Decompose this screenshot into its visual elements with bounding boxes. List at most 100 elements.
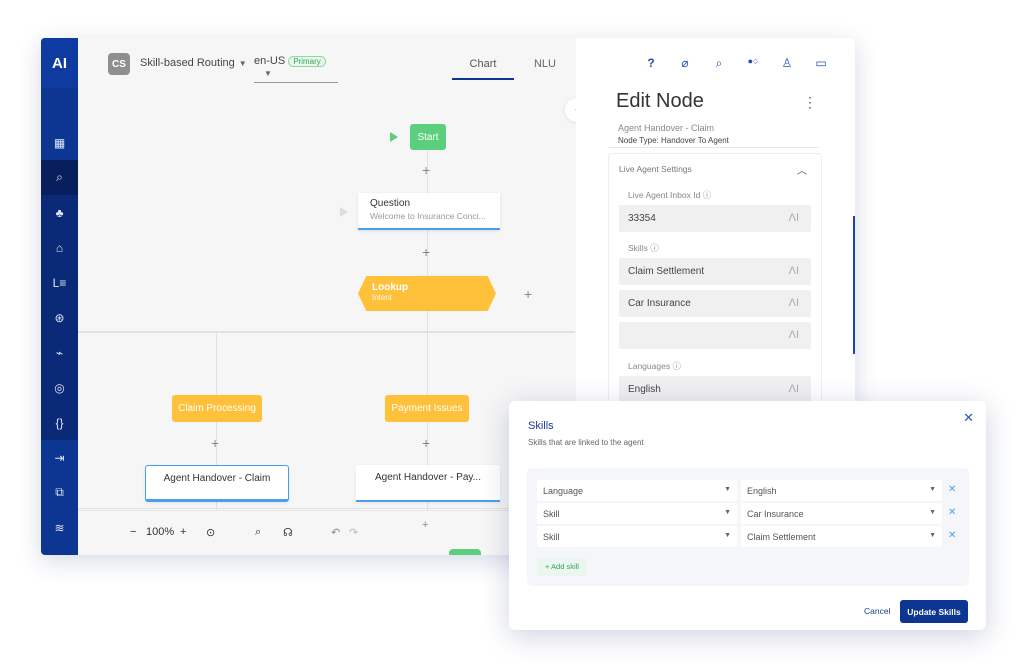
skills-label: Skills ⓘ: [628, 243, 659, 253]
primary-badge: Primary: [288, 56, 326, 67]
skill-type-select[interactable]: Skill ▼: [537, 503, 737, 524]
chevron-up-icon[interactable]: ︿: [797, 162, 807, 177]
plug-icon[interactable]: ⌁: [41, 335, 78, 370]
skill-type-select[interactable]: Language ▼: [537, 480, 737, 501]
info-icon: ⓘ: [650, 243, 659, 253]
add-node-icon[interactable]: +: [524, 287, 532, 301]
end-node[interactable]: [449, 549, 481, 555]
close-icon[interactable]: ✕: [963, 410, 974, 426]
scrollbar[interactable]: [853, 216, 855, 354]
undo-icon[interactable]: ↶: [331, 526, 340, 539]
globe-icon[interactable]: ⊛: [41, 300, 78, 335]
language-value: en-US: [254, 55, 286, 67]
graduation-cap-icon[interactable]: ⌂: [41, 230, 78, 265]
lightbulb-icon[interactable]: ◎: [41, 370, 78, 405]
lookup-node[interactable]: Lookup Intent: [358, 276, 496, 311]
ai-icon[interactable]: ΛI: [789, 329, 799, 341]
more-options-icon[interactable]: ⋮: [803, 94, 817, 111]
divider: [609, 147, 819, 148]
node-type: Node Type: Handover To Agent: [618, 136, 729, 145]
node-name: Agent Handover - Claim: [618, 123, 715, 133]
help-icon[interactable]: ?: [634, 56, 668, 71]
skill-value-select[interactable]: Claim Settlement ▼: [741, 526, 942, 547]
select-value: Skill: [543, 532, 560, 542]
braces-icon[interactable]: {}: [41, 405, 78, 440]
caret-down-icon: ▼: [238, 59, 247, 68]
brush-icon[interactable]: ⌕: [41, 160, 78, 195]
modal-subtitle: Skills that are linked to the agent: [528, 438, 644, 447]
caret-down-icon: ▼: [724, 532, 731, 539]
skill-field[interactable]: Claim Settlement ΛI: [619, 258, 811, 285]
user-icon[interactable]: ♙: [770, 56, 804, 71]
layers-icon[interactable]: ≋: [41, 510, 78, 545]
remove-icon[interactable]: ✕: [948, 484, 956, 495]
info-icon: ⓘ: [672, 361, 681, 371]
flow-canvas[interactable]: Start + Question Welcome to Insurance Co…: [78, 88, 575, 555]
start-node[interactable]: Start: [410, 124, 446, 150]
focus-icon[interactable]: ⊙: [206, 526, 215, 539]
comment-icon[interactable]: ▭: [804, 56, 838, 71]
skill-value-select[interactable]: English ▼: [741, 480, 942, 501]
play-icon: [390, 132, 398, 142]
skill-value: Car Insurance: [628, 298, 691, 309]
tab-chart[interactable]: Chart: [452, 58, 514, 80]
language-field[interactable]: English ΛI: [619, 376, 811, 403]
add-node-icon[interactable]: +: [422, 245, 430, 259]
cancel-button[interactable]: Cancel: [864, 606, 890, 616]
ai-icon[interactable]: ΛI: [789, 297, 799, 309]
update-skills-button[interactable]: Update Skills: [900, 600, 968, 623]
language-value: English: [628, 384, 661, 395]
zoom-out-button[interactable]: −: [130, 526, 136, 538]
search-icon[interactable]: ⌕: [702, 56, 736, 71]
question-title: Question: [370, 198, 411, 209]
ai-icon[interactable]: ΛI: [789, 212, 799, 224]
select-value: Skill: [543, 509, 560, 519]
inbox-id-field[interactable]: 33354 ΛI: [619, 205, 811, 232]
list-icon[interactable]: L≡: [41, 265, 78, 300]
search-icon[interactable]: ⌕: [255, 526, 261, 539]
add-node-icon[interactable]: +: [422, 519, 428, 531]
question-node[interactable]: Question Welcome to Insurance Conci...: [358, 193, 500, 230]
language-selector[interactable]: en-US Primary ▼: [254, 55, 338, 83]
agent-handover-payment-node[interactable]: Agent Handover - Pay...: [356, 465, 500, 502]
chat-icon[interactable]: ⧉: [41, 475, 78, 510]
logo[interactable]: AI: [41, 38, 78, 88]
ai-icon[interactable]: ΛI: [789, 265, 799, 277]
remove-icon[interactable]: ✕: [948, 507, 956, 518]
caret-down-icon: ▼: [929, 509, 936, 516]
bot-selector[interactable]: Skill-based Routing ▼: [140, 57, 247, 69]
leaf-icon[interactable]: ⌀: [668, 56, 702, 71]
add-skill-button[interactable]: + Add skill: [537, 558, 587, 576]
ai-icon[interactable]: ΛI: [789, 383, 799, 395]
skill-type-select[interactable]: Skill ▼: [537, 526, 737, 547]
skill-field[interactable]: Car Insurance ΛI: [619, 290, 811, 317]
add-node-icon[interactable]: +: [422, 163, 430, 177]
exit-icon[interactable]: ⇥: [41, 440, 78, 475]
intent-node-payment-issues[interactable]: Payment Issues: [385, 395, 469, 422]
intent-node-claim-processing[interactable]: Claim Processing: [172, 395, 262, 422]
divider: [78, 508, 575, 509]
languages-label: Languages ⓘ: [628, 361, 681, 371]
agent-handover-claim-node[interactable]: Agent Handover - Claim: [145, 465, 289, 502]
select-value: Language: [543, 486, 584, 496]
section-header[interactable]: Live Agent Settings: [619, 164, 692, 174]
toggle-icon[interactable]: ●○: [736, 56, 770, 71]
add-node-icon[interactable]: +: [422, 436, 430, 450]
zoom-in-button[interactable]: +: [180, 526, 186, 538]
tab-nlu[interactable]: NLU: [514, 58, 576, 80]
zoom-level: 100%: [146, 526, 175, 538]
sidebar-nav: ▦ ⌕ ♣ ⌂ L≡ ⊛ ⌁ ◎ {} ⇥ ⧉ ≋: [41, 125, 78, 545]
hierarchy-icon[interactable]: ♣: [41, 195, 78, 230]
zoom-toolbar: − 100% + ⊙ ⌕ ☊ ↶ ↷ +: [78, 510, 575, 555]
caret-down-icon: ▼: [724, 509, 731, 516]
grid-icon[interactable]: ▦: [41, 125, 78, 160]
voice-icon[interactable]: ☊: [283, 526, 293, 539]
redo-icon[interactable]: ↷: [349, 526, 358, 539]
remove-icon[interactable]: ✕: [948, 530, 956, 541]
skill-field[interactable]: ΛI: [619, 322, 811, 349]
bot-avatar[interactable]: CS: [108, 53, 130, 75]
skill-value-select[interactable]: Car Insurance ▼: [741, 503, 942, 524]
modal-title: Skills: [528, 420, 554, 432]
add-node-icon[interactable]: +: [211, 436, 219, 450]
caret-down-icon: ▼: [929, 532, 936, 539]
